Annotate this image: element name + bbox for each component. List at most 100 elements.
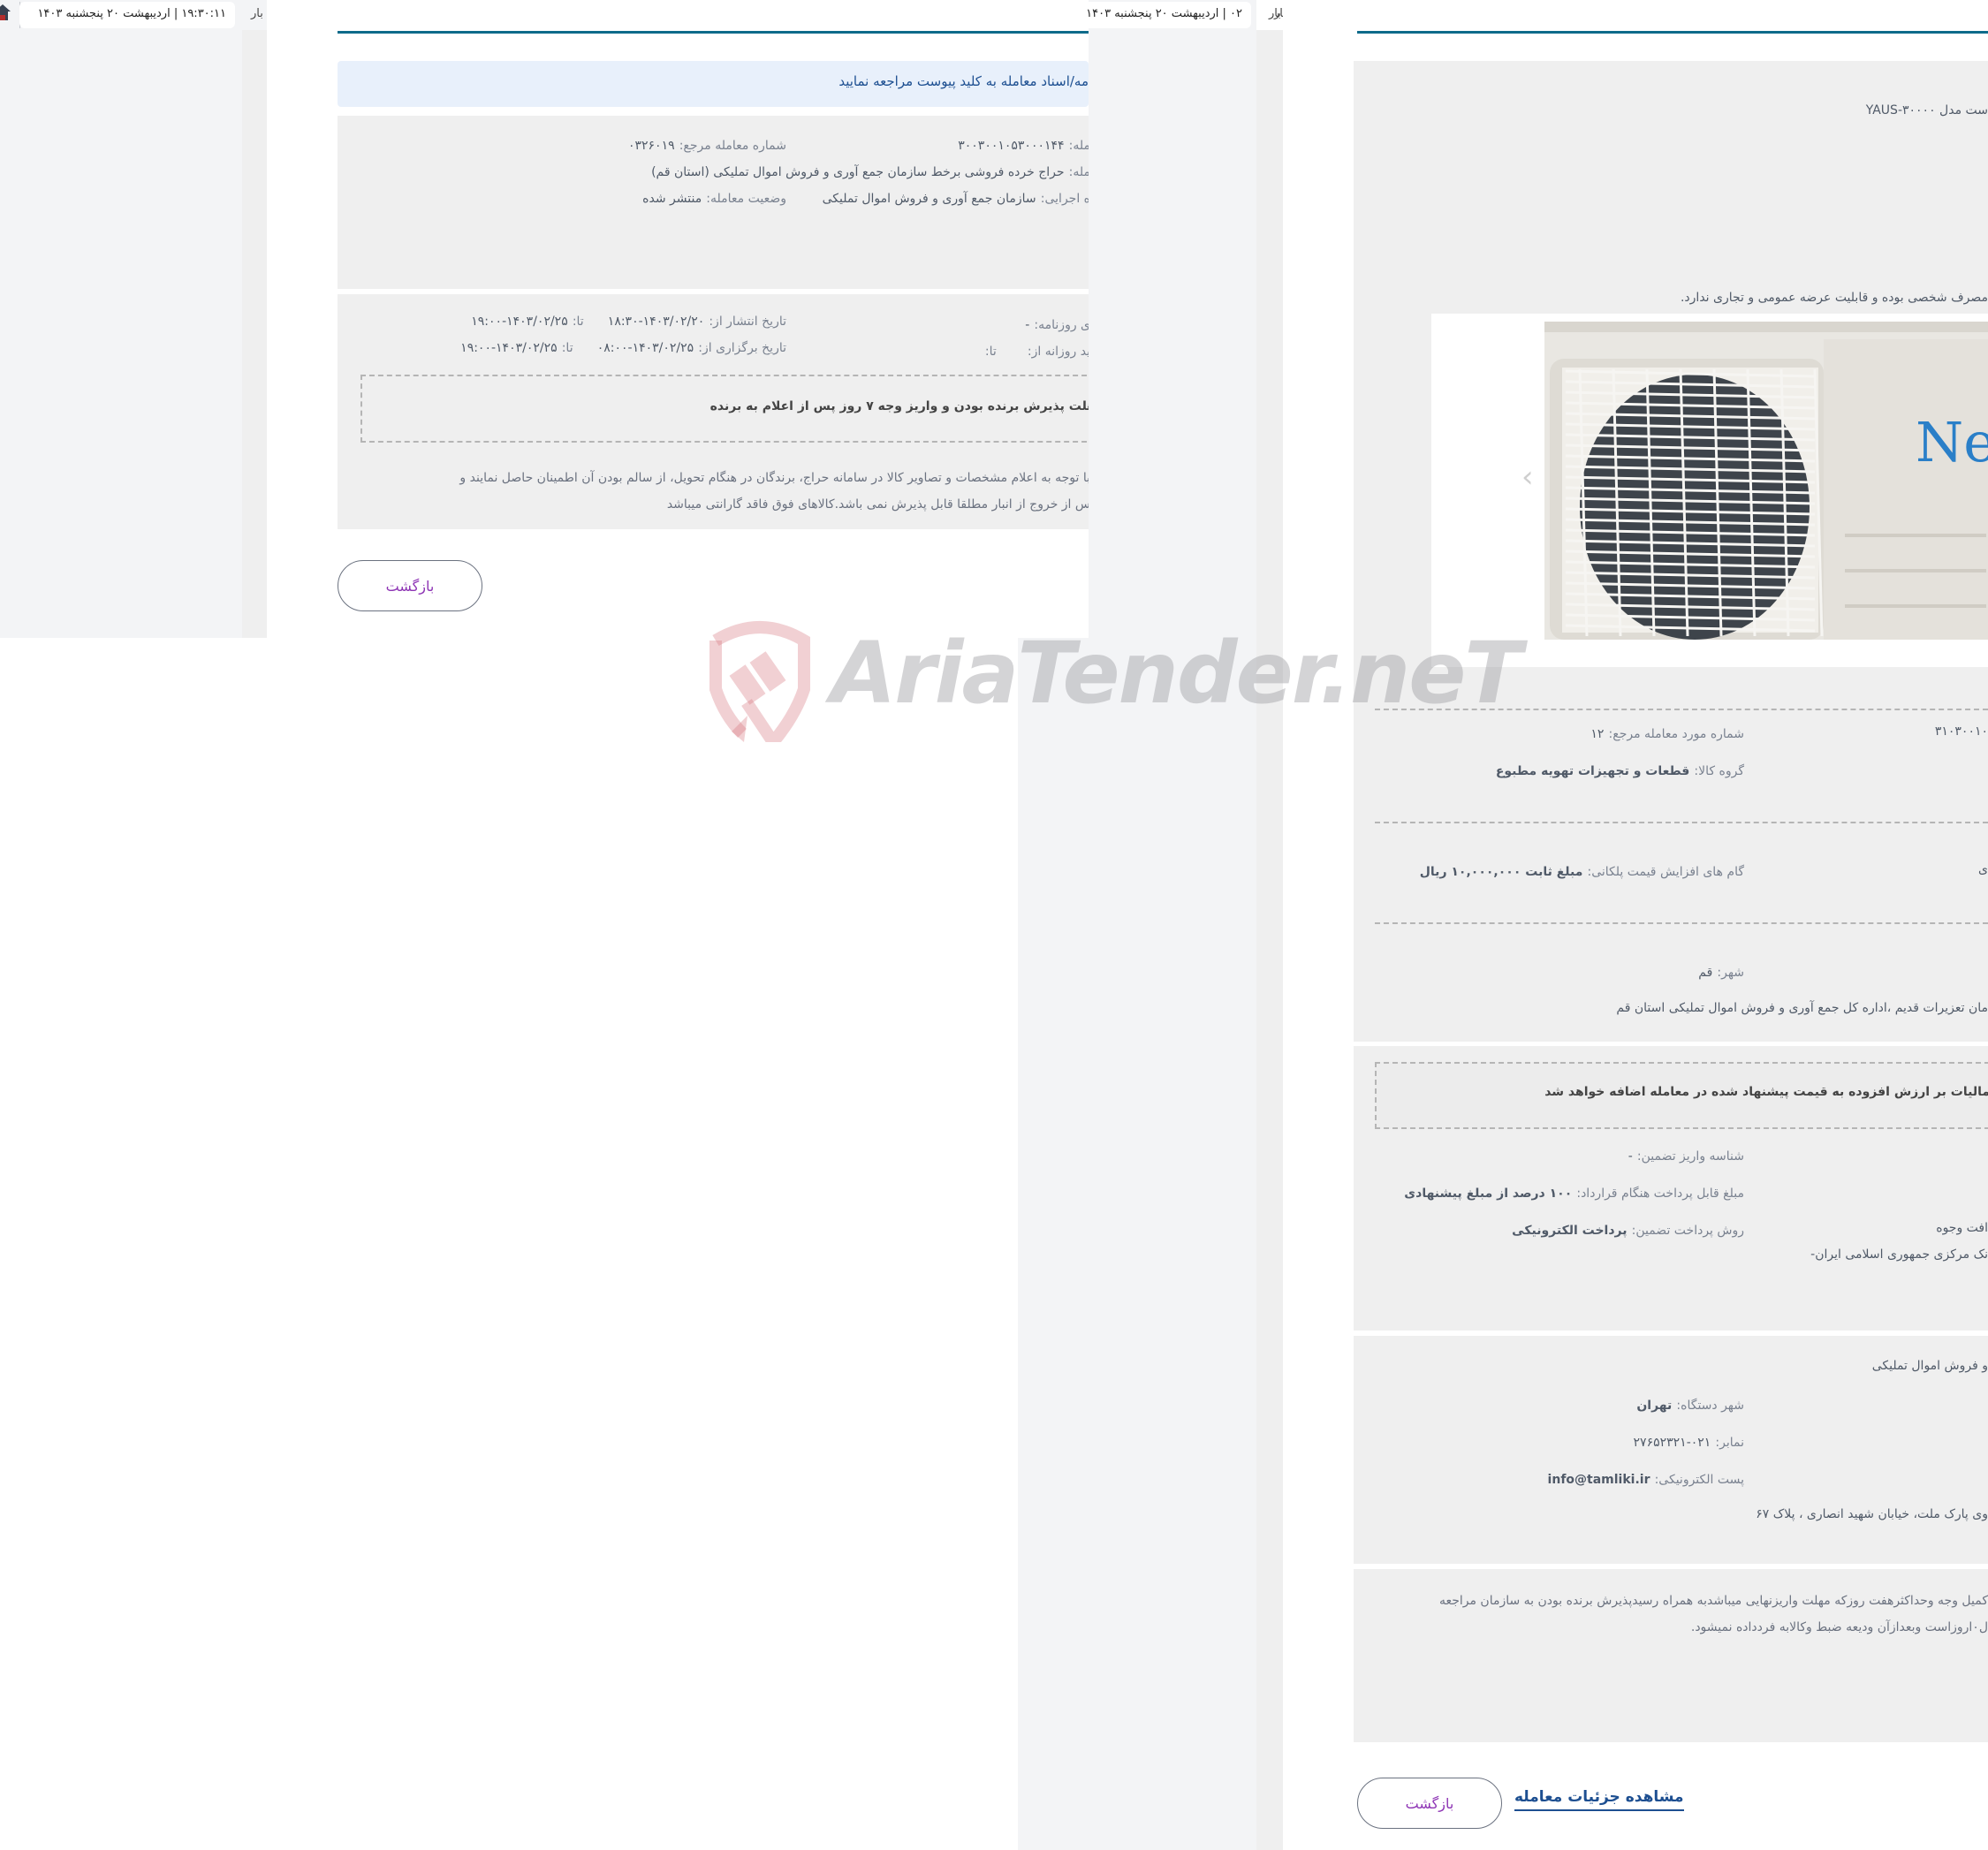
- deadline-note-box: هلت پذیرش برنده بودن و واریز وجه ۷ روز پ…: [360, 375, 1089, 443]
- deal-title-label: مله:: [1068, 165, 1089, 179]
- usage-note: مصرف شخصی بوده و قابلیت عرضه عمومی و تجا…: [1680, 291, 1988, 305]
- section-divider: [1375, 822, 1988, 823]
- fax-field: نمابر: ۰۲۱-۲۷۶۵۲۳۲۱: [1634, 1433, 1744, 1450]
- attachment-notice: مه/اسناد معامله به کلید پیوست مراجعه نما…: [338, 61, 1089, 107]
- hold-from: ۱۴۰۳/۰۲/۲۵-۰۸:۰۰: [596, 341, 694, 355]
- deal-number-label: مله:: [1068, 139, 1089, 153]
- email-label: پست الکترونیکی:: [1654, 1473, 1744, 1487]
- executor-label: ه اجرایی:: [1040, 192, 1089, 206]
- publish-to-label: تا:: [572, 315, 584, 329]
- org-city-field: شهر دستگاه: تهران: [1636, 1396, 1744, 1413]
- notice-text: مه/اسناد معامله به کلید پیوست مراجعه نما…: [838, 73, 1089, 89]
- item-number-partial: ۳۱۰۳۰۰۱۰: [1934, 724, 1988, 739]
- view-deal-details-link[interactable]: مشاهده جزئیات معامله: [1514, 1788, 1684, 1811]
- description-line-1: با توجه به اعلام مشخصات و تصاویر کالا در…: [459, 471, 1089, 485]
- org-city-value: تهران: [1636, 1399, 1673, 1413]
- panel-edge: [1256, 30, 1283, 1850]
- payable-amount-label: مبلغ قابل پرداخت هنگام قرارداد:: [1576, 1187, 1744, 1201]
- city-label: شهر:: [1717, 966, 1744, 980]
- panel-edge: [242, 30, 267, 638]
- hold-date-field: تاریخ برگزاری از: ۱۴۰۳/۰۲/۲۵-۰۸:۰۰ تا: ۱…: [460, 338, 786, 355]
- city-value: قم: [1698, 966, 1713, 980]
- item-photo[interactable]: Next: [1544, 322, 1988, 640]
- daily-label: ید روزانه از:: [1027, 345, 1089, 359]
- date-time-box: ۱۹:۳۰:۱۱ | اردیبهشت ۲۰ پنجشنبه ۱۴۰۳: [19, 2, 235, 28]
- guarantee-id-label: شناسه واریز تضمین:: [1636, 1149, 1744, 1164]
- email-field: پست الکترونیکی: info@tamliki.ir: [1548, 1470, 1744, 1487]
- hold-to-label: تا:: [561, 341, 573, 355]
- deadline-note-text: هلت پذیرش برنده بودن و واریز وجه ۷ روز پ…: [709, 399, 1089, 413]
- description-line-2: س از خروج از انبار مطلقا قابل پذیرش نمی …: [666, 497, 1089, 512]
- publish-date-field: تاریخ انتشار از: ۱۴۰۳/۰۲/۲۰-۱۸:۳۰ تا: ۱۴…: [471, 312, 786, 329]
- middle-header-strip: ۰۲ | اردیبهشت ۲۰ پنجشنبه ۱۴۰۳ بار: [1086, 0, 1286, 1850]
- deal-title-value: حراج خرده فروشی برخط سازمان جمع آوری و ف…: [651, 165, 1065, 179]
- vat-note-text: مالیات بر ارزش افزوده به قیمت پیشنهاد شد…: [1544, 1085, 1988, 1099]
- publish-to: ۱۴۰۳/۰۲/۲۵-۱۹:۰۰: [471, 315, 568, 329]
- hold-to: ۱۴۰۳/۰۲/۲۵-۱۹:۰۰: [460, 341, 558, 355]
- deal-info-card: مله: ۳۰۰۳۰۰۱۰۵۳۰۰۰۱۴۴ شماره معامله مرجع:…: [338, 116, 1089, 289]
- home-icon[interactable]: [0, 4, 11, 21]
- item-model-text: ست مدل YAUS-۳۰۰۰۰: [1865, 103, 1988, 118]
- price-step-label: گام های افزایش قیمت پلکانی:: [1587, 865, 1744, 879]
- payment-method-label: روش پرداخت تضمین:: [1631, 1224, 1744, 1238]
- ref-item-field: شماره مورد معامله مرجع: ۱۲: [1590, 724, 1744, 741]
- terms-line-2: ل۰اروزاست وبعدازآن ودیعه ضبط وکالابه فرد…: [1690, 1620, 1988, 1634]
- date-time-text: ۱۹:۳۰:۱۱ | اردیبهشت ۲۰ پنجشنبه ۱۴۰۳: [37, 7, 226, 20]
- guarantee-id-field: شناسه واریز تضمین: -: [1628, 1147, 1744, 1164]
- payable-amount-field: مبلغ قابل پرداخت هنگام قرارداد: ۱۰۰ درصد…: [1404, 1184, 1744, 1201]
- org-address-partial: وی پارک ملت، خیابان شهید انصاری ، پلاک ۶…: [1756, 1507, 1988, 1521]
- date-time-box: ۰۲ | اردیبهشت ۲۰ پنجشنبه ۱۴۰۳: [1086, 2, 1251, 28]
- deal-number-value: ۳۰۰۳۰۰۱۰۵۳۰۰۰۱۴۴: [958, 139, 1065, 153]
- publish-label: تاریخ انتشار از:: [709, 315, 786, 329]
- air-conditioner-image: Next: [1544, 322, 1988, 640]
- newspaper-value: -: [1025, 318, 1030, 332]
- header-accent-line: [1357, 31, 1988, 34]
- header-accent-line: [338, 31, 1089, 34]
- ref-item-label: شماره مورد معامله مرجع:: [1608, 727, 1744, 741]
- vat-note-box: مالیات بر ارزش افزوده به قیمت پیشنهاد شد…: [1375, 1062, 1988, 1129]
- terms-line-1: کمیل وجه وحداکثرهفت روزکه مهلت واریزنهای…: [1438, 1594, 1988, 1608]
- carousel-prev-arrow-icon[interactable]: ‹: [1521, 459, 1534, 495]
- item-group-field: گروه کالا: قطعات و تجهیزات تهویه مطبوع: [1496, 762, 1744, 778]
- deal-title-field: مله: حراج خرده فروشی برخط سازمان جمع آور…: [651, 163, 1089, 179]
- ref-number-field: شماره معامله مرجع: ۰۳۲۶۰۱۹: [628, 136, 786, 153]
- org-city-label: شهر دستگاه:: [1676, 1399, 1744, 1413]
- item-group-label: گروه کالا:: [1694, 764, 1744, 778]
- status-field: وضعیت معامله: منتشر شده: [642, 189, 786, 206]
- price-step-field: گام های افزایش قیمت پلکانی: مبلغ ثابت ۱۰…: [1420, 862, 1744, 879]
- brand-text: Next: [1916, 410, 1988, 474]
- deal-number-field: مله: ۳۰۰۳۰۰۱۰۵۳۰۰۰۱۴۴: [958, 136, 1089, 153]
- auction-item-page: ست مدل YAUS-۳۰۰۰۰ مصرف شخصی بوده و قابلی…: [1283, 0, 1988, 1850]
- back-button-label: بازگشت: [385, 577, 435, 595]
- section-divider: [1375, 709, 1988, 710]
- executor-field: ه اجرایی: سازمان جمع آوری و فروش اموال ت…: [823, 189, 1089, 206]
- email-value[interactable]: info@tamliki.ir: [1548, 1473, 1650, 1487]
- status-value: منتشر شده: [642, 192, 702, 206]
- ref-number-label: شماره معامله مرجع:: [679, 139, 786, 153]
- guarantee-id-value: -: [1628, 1149, 1633, 1164]
- item-address: مان تعزیرات قدیم ،اداره کل جمع آوری و فر…: [1616, 1001, 1988, 1015]
- terms-card: کمیل وجه وحداکثرهفت روزکه مهلت واریزنهای…: [1354, 1569, 1988, 1742]
- ref-number-value: ۰۳۲۶۰۱۹: [627, 139, 675, 153]
- auction-detail-page: مه/اسناد معامله به کلید پیوست مراجعه نما…: [267, 0, 1089, 638]
- status-label: وضعیت معامله:: [706, 192, 786, 206]
- left-header-strip: ۱۹:۳۰:۱۱ | اردیبهشت ۲۰ پنجشنبه ۱۴۰۳ بار: [0, 0, 267, 638]
- menu-fragment-text: بار: [1269, 7, 1281, 20]
- fax-value: ۰۲۱-۲۷۶۵۲۳۲۱: [1633, 1436, 1711, 1450]
- back-button[interactable]: بازگشت: [1357, 1778, 1502, 1829]
- item-group-value: قطعات و تجهیزات تهویه مطبوع: [1495, 764, 1690, 778]
- date-time-text: ۰۲ | اردیبهشت ۲۰ پنجشنبه ۱۴۰۳: [1086, 7, 1242, 20]
- back-button[interactable]: بازگشت: [338, 560, 482, 611]
- daily-field: ید روزانه از: تا:: [985, 342, 1089, 359]
- hold-label: تاریخ برگزاری از:: [698, 341, 786, 355]
- publish-from: ۱۴۰۳/۰۲/۲۰-۱۸:۳۰: [607, 315, 705, 329]
- payment-method-value: پرداخت الکترونیکی: [1512, 1224, 1628, 1238]
- section-divider: [1375, 922, 1988, 924]
- daily-to-label: تا:: [984, 345, 997, 359]
- terms-text: کمیل وجه وحداکثرهفت روزکه مهلت واریزنهای…: [1439, 1588, 1988, 1641]
- price-step-value: مبلغ ثابت ۱۰,۰۰۰,۰۰۰ ریال: [1419, 865, 1583, 879]
- organization-name-partial: و فروش اموال تملیکی: [1871, 1359, 1988, 1373]
- receive-funds-partial: افت وجوه: [1936, 1221, 1988, 1235]
- newspaper-field: ی روزنامه: -: [1025, 315, 1089, 332]
- description-text: با توجه به اعلام مشخصات و تصاویر کالا در…: [459, 465, 1089, 518]
